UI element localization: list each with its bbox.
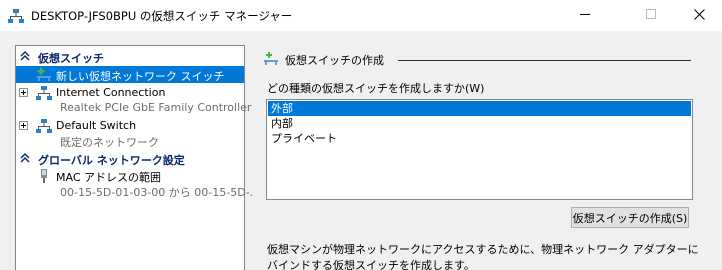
chevron-up-icon[interactable] — [19, 152, 31, 167]
section-label: グローバル ネットワーク設定 — [38, 154, 185, 167]
close-icon — [693, 8, 705, 23]
tree-item-internet-connection[interactable]: Internet Connection — [16, 84, 244, 101]
switch-type-question: どの種類の仮想スイッチを作成しますか(W) — [267, 82, 485, 95]
section-virtual-switches[interactable]: 仮想スイッチ — [16, 49, 244, 65]
tree-item-subtext: Realtek PCIe GbE Family Controller — [60, 101, 252, 114]
expand-icon[interactable] — [19, 88, 28, 97]
chevron-up-icon[interactable] — [19, 50, 31, 65]
network-switch-icon — [36, 85, 52, 101]
minimize-button[interactable] — [562, 0, 608, 31]
list-item-private[interactable]: プライベート — [268, 131, 691, 146]
title-bar: DESKTOP-JFS0BPU の仮想スイッチ マネージャー — [0, 0, 722, 31]
create-switch-button[interactable]: 仮想スイッチの作成(S) — [571, 207, 689, 228]
tree-item-subtext: 既定のネットワーク — [60, 136, 159, 149]
window-title: DESKTOP-JFS0BPU の仮想スイッチ マネージャー — [31, 9, 293, 23]
tree-item-label: 新しい仮想ネットワーク スイッチ — [56, 70, 225, 83]
switch-type-description: 仮想マシンが物理ネットワークにアクセスするために、物理ネットワーク アダプターに… — [267, 243, 699, 270]
list-item-internal[interactable]: 内部 — [268, 116, 691, 131]
network-switch-icon — [8, 8, 24, 24]
tree-item-label: Default Switch — [56, 119, 137, 132]
network-switch-icon — [36, 118, 52, 134]
mac-address-icon — [36, 168, 52, 184]
panel-title: 仮想スイッチの作成 — [285, 54, 384, 67]
tree-item-label: Internet Connection — [56, 86, 166, 99]
create-switch-button-label: 仮想スイッチの作成(S) — [572, 211, 688, 225]
maximize-button[interactable] — [628, 0, 674, 31]
switch-tree[interactable]: 仮想スイッチ 新しい仮想ネットワーク スイッチ Internet Connect… — [15, 45, 260, 270]
maximize-icon — [646, 9, 656, 22]
add-switch-icon — [262, 51, 280, 67]
tree-item-new-switch[interactable]: 新しい仮想ネットワーク スイッチ — [16, 66, 244, 83]
list-item-external[interactable]: 外部 — [268, 101, 691, 116]
section-label: 仮想スイッチ — [38, 52, 104, 65]
minimize-icon — [580, 9, 590, 22]
add-switch-icon — [36, 67, 52, 83]
tree-item-subtext: 00-15-5D-01-03-00 から 00-15-5D-... — [60, 186, 261, 199]
main-area: 仮想スイッチ 新しい仮想ネットワーク スイッチ Internet Connect… — [0, 31, 722, 270]
tree-item-default-switch[interactable]: Default Switch — [16, 117, 244, 134]
section-global-network-settings[interactable]: グローバル ネットワーク設定 — [16, 151, 244, 167]
tree-item-mac-address-range[interactable]: MAC アドレスの範囲 — [16, 167, 244, 184]
switch-type-list[interactable]: 外部 内部 プライベート — [266, 99, 693, 200]
create-switch-panel: 仮想スイッチの作成 どの種類の仮想スイッチを作成しますか(W) 外部 内部 プラ… — [252, 45, 722, 270]
tree-item-label: MAC アドレスの範囲 — [56, 171, 161, 184]
close-button[interactable] — [676, 0, 722, 31]
panel-title-divider — [398, 60, 691, 61]
expand-icon[interactable] — [19, 121, 28, 130]
